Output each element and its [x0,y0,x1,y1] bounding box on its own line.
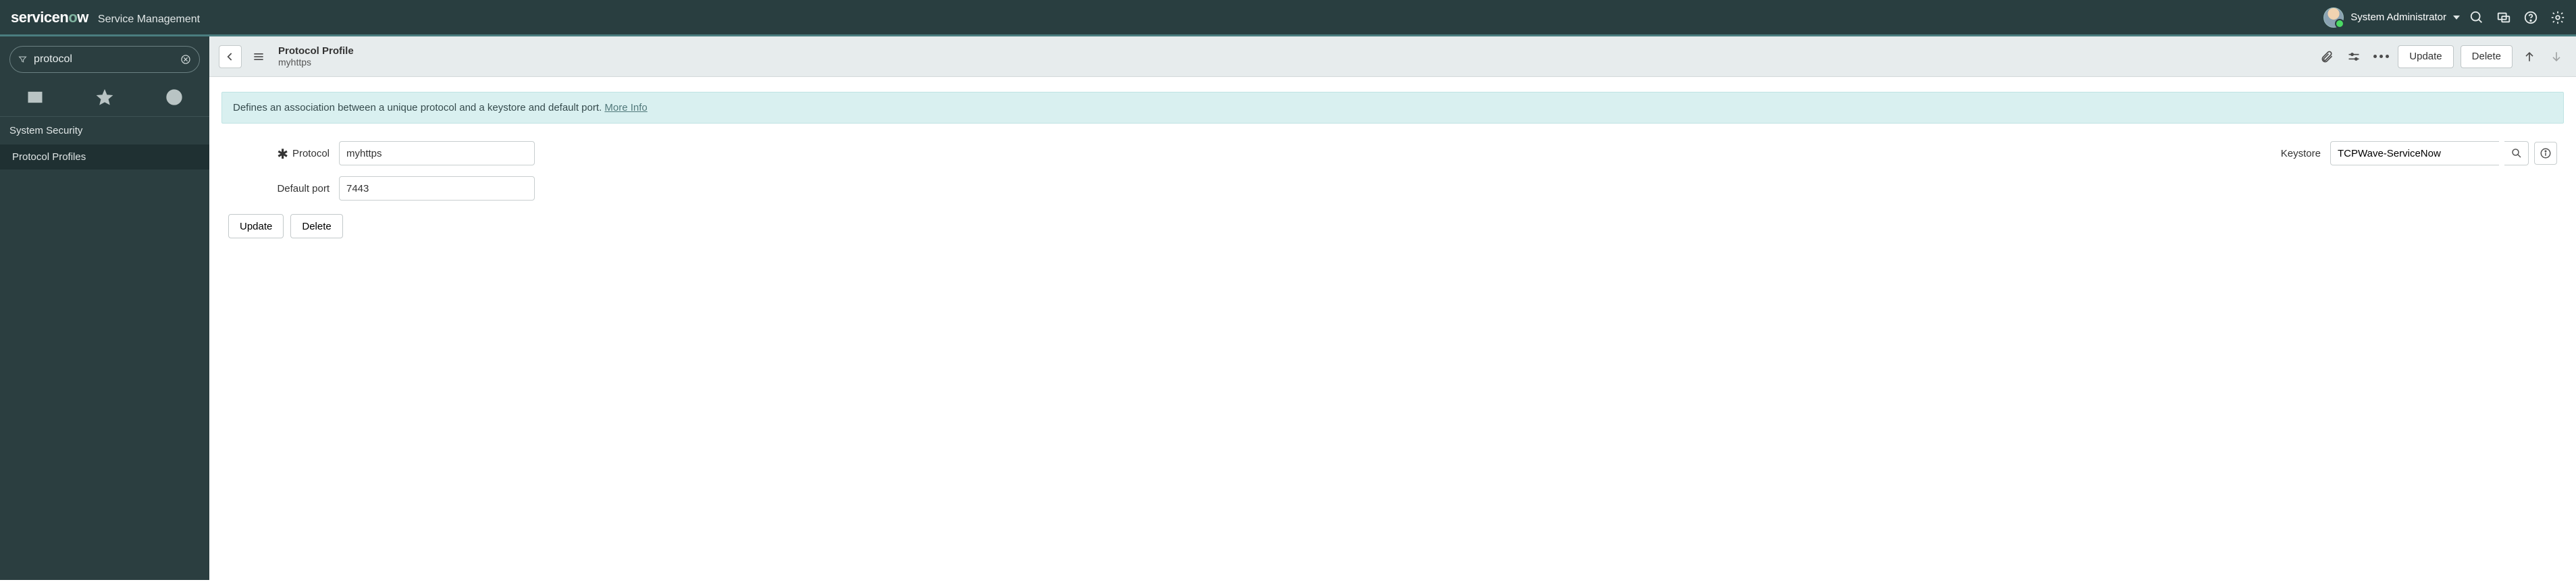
all-apps-icon[interactable] [26,88,45,107]
form-update-button[interactable]: Update [228,214,284,238]
form-delete-button[interactable]: Delete [290,214,342,238]
help-icon[interactable] [2523,10,2538,25]
protocol-input[interactable] [339,141,535,165]
clear-filter-icon[interactable] [180,52,191,67]
context-menu-icon[interactable] [248,47,269,67]
logo-part: w [77,9,88,26]
field-protocol: ✱ Protocol [228,141,535,165]
keystore-lookup-button[interactable] [2504,141,2529,165]
nav-item-protocol-profiles[interactable]: Protocol Profiles [0,144,209,169]
nav-tab-row [0,78,209,117]
form-subtitle: myhttps [278,57,354,68]
left-nav: System Security Protocol Profiles [0,36,209,580]
global-banner: servicenow Service Management System Adm… [0,0,2576,36]
field-default-port: Default port [228,176,535,201]
funnel-icon [18,53,27,65]
form-actions: Update Delete [228,214,2557,238]
info-text: Defines an association between a unique … [233,102,604,113]
label-protocol-text: Protocol [292,148,330,159]
personalize-icon[interactable] [2344,47,2364,67]
logo-part: service [11,9,59,26]
nav-filter[interactable] [9,46,200,73]
logo-part: n [59,9,68,26]
label-default-port: Default port [228,183,330,194]
avatar [2323,7,2344,28]
field-keystore: Keystore [2219,141,2557,165]
form-body: ✱ Protocol Keystore [221,124,2564,238]
user-name: System Administrator [2350,11,2446,23]
delete-button[interactable]: Delete [2461,45,2513,68]
favorites-icon[interactable] [95,88,114,107]
more-actions-icon[interactable] [2371,47,2391,67]
history-icon[interactable] [165,88,184,107]
user-menu[interactable]: System Administrator [2323,7,2460,28]
label-protocol: ✱ Protocol [228,148,330,159]
banner-icon-row [2469,10,2565,25]
form-title: Protocol Profile [278,45,354,57]
search-icon[interactable] [2469,10,2484,25]
logo-text: servicenow [11,9,88,26]
keystore-info-button[interactable] [2534,142,2557,165]
update-button[interactable]: Update [2398,45,2453,68]
logo-part: o [68,9,77,26]
chat-icon[interactable] [2496,10,2511,25]
next-record-icon[interactable] [2546,47,2567,67]
product-logo: servicenow Service Management [11,9,200,26]
logo-subtitle: Service Management [98,14,200,26]
label-keystore: Keystore [2219,148,2321,159]
form-header: Protocol Profile myhttps Update Delete [209,36,2576,77]
form-title-block: Protocol Profile myhttps [278,45,354,68]
nav-section-system-security[interactable]: System Security [0,117,209,144]
main-area: Protocol Profile myhttps Update Delete [209,36,2576,580]
prev-record-icon[interactable] [2519,47,2540,67]
content: Defines an association between a unique … [209,77,2576,253]
gear-icon[interactable] [2550,10,2565,25]
back-button[interactable] [219,45,242,68]
info-bar: Defines an association between a unique … [221,92,2564,124]
attachment-icon[interactable] [2317,47,2337,67]
chevron-down-icon [2453,16,2460,20]
nav-filter-input[interactable] [34,53,174,65]
default-port-input[interactable] [339,176,535,201]
keystore-input[interactable] [2330,141,2499,165]
more-info-link[interactable]: More Info [604,102,647,113]
